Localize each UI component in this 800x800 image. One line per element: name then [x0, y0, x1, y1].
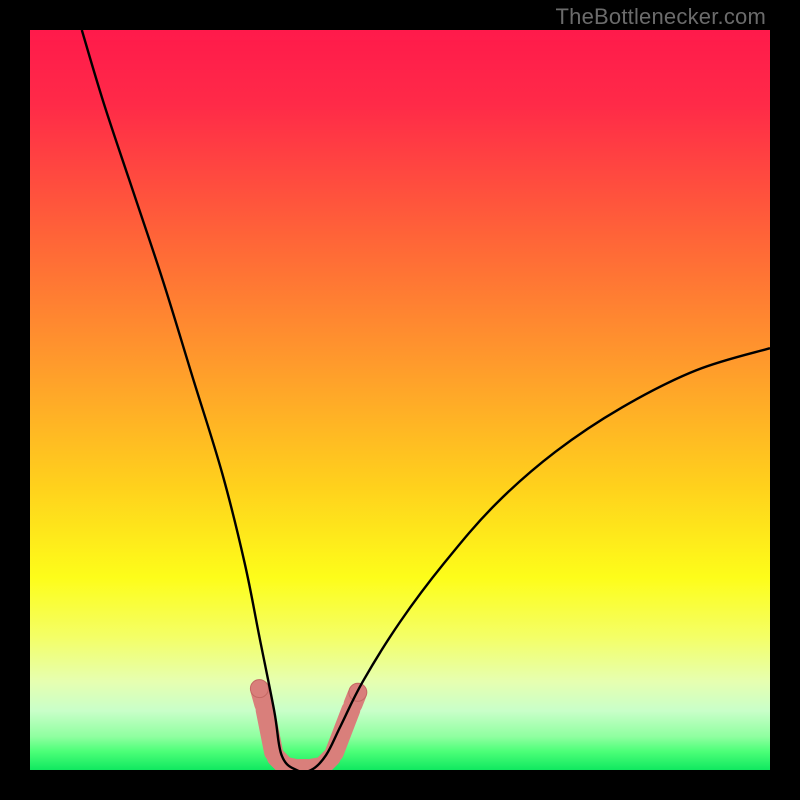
- plot-area: [30, 30, 770, 770]
- watermark-text: TheBottlenecker.com: [556, 4, 766, 30]
- curve-layer: [30, 30, 770, 770]
- bottleneck-curve: [82, 30, 770, 770]
- marker-segment: [265, 710, 273, 752]
- chart-frame: TheBottlenecker.com: [0, 0, 800, 800]
- marker-endcap: [250, 680, 268, 698]
- marker-group: [250, 680, 366, 769]
